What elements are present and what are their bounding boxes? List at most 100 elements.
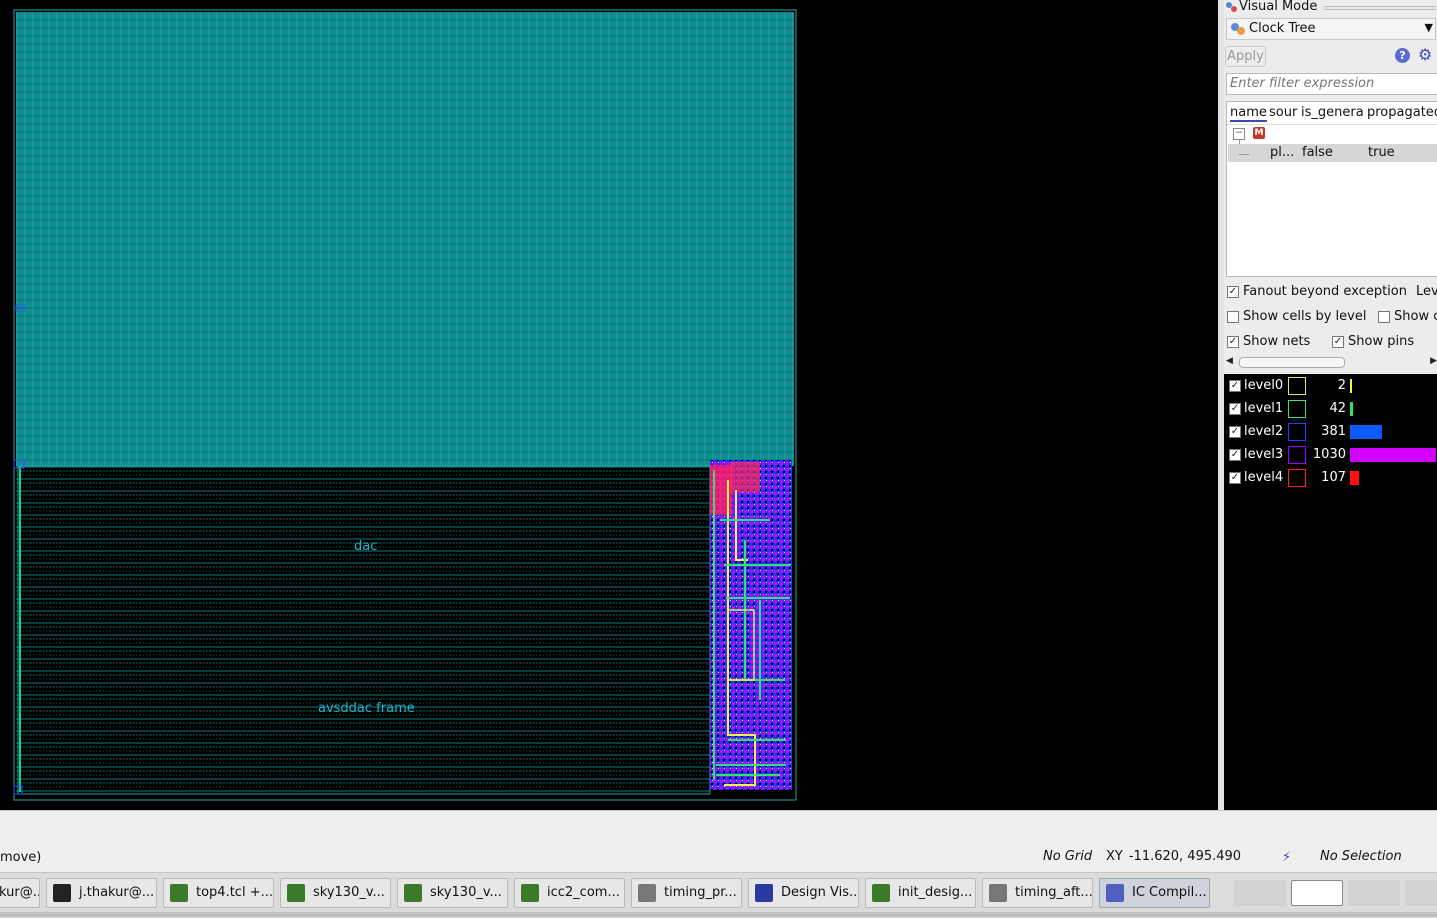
- level-row-2[interactable]: ✓ level2 381: [1224, 421, 1437, 443]
- taskbar-item-0[interactable]: kur@...: [0, 878, 40, 908]
- level-count-bar: [1350, 425, 1382, 439]
- taskbar-item-6[interactable]: timing_pr...: [631, 878, 742, 908]
- magnifier-icon: [638, 884, 656, 902]
- level-row-3[interactable]: ✓ level3 1030: [1224, 444, 1437, 466]
- level-color-swatch[interactable]: [1288, 423, 1306, 441]
- show-clock-label: Show c: [1394, 309, 1437, 324]
- taskbar-bottom-edge: [0, 912, 1437, 917]
- filter-input[interactable]: Enter filter expression: [1226, 73, 1437, 95]
- show-nets-checkbox[interactable]: ✓: [1227, 336, 1239, 348]
- editor-icon: [287, 884, 305, 902]
- tray-slot[interactable]: [1405, 880, 1437, 906]
- std-cell-region: [16, 12, 794, 466]
- selection-tool-icon[interactable]: ⚡: [1282, 850, 1291, 865]
- chevron-down-icon[interactable]: ▼: [1425, 21, 1433, 34]
- level-row-1[interactable]: ✓ level1 42: [1224, 398, 1437, 420]
- show-cells-by-level-checkbox[interactable]: [1227, 311, 1239, 323]
- tray-slot-active[interactable]: [1291, 880, 1343, 906]
- status-bar: move) No Grid XY -11.620, 495.490 ⚡ No Se…: [0, 810, 1437, 873]
- level-name: level1: [1244, 401, 1284, 416]
- visual-mode-icon: [1226, 2, 1237, 12]
- show-cells-by-level-label: Show cells by level: [1243, 309, 1367, 324]
- editor-icon: [170, 884, 188, 902]
- taskbar-item-label: timing_pr...: [664, 885, 737, 900]
- options-horizontal-scrollbar[interactable]: ◀ ▶: [1226, 356, 1437, 368]
- level-color-swatch[interactable]: [1288, 400, 1306, 418]
- show-pins-label: Show pins: [1348, 334, 1415, 349]
- editor-icon: [521, 884, 539, 902]
- editor-icon: [404, 884, 422, 902]
- table-row[interactable]: pl... false true: [1228, 144, 1437, 162]
- fanout-beyond-exception-checkbox[interactable]: ✓: [1227, 286, 1239, 298]
- level-visibility-checkbox[interactable]: ✓: [1229, 472, 1241, 484]
- taskbar-item-7[interactable]: Design Vis...: [748, 878, 859, 908]
- level-count: 1030: [1312, 447, 1346, 462]
- taskbar-item-2[interactable]: top4.tcl +...: [163, 878, 274, 908]
- scrollbar-thumb[interactable]: [1239, 357, 1345, 368]
- taskbar-item-1[interactable]: j.thakur@...: [46, 878, 157, 908]
- taskbar-item-label: sky130_v...: [430, 885, 502, 900]
- level-count: 42: [1329, 401, 1346, 416]
- taskbar-item-5[interactable]: icc2_com...: [514, 878, 625, 908]
- magnifier-icon: [989, 884, 1007, 902]
- taskbar-item-label: init_desig...: [898, 885, 973, 900]
- module-icon: M: [1253, 127, 1265, 139]
- taskbar-item-9[interactable]: timing_aft...: [982, 878, 1093, 908]
- taskbar-item-3[interactable]: sky130_v...: [280, 878, 391, 908]
- layout-canvas[interactable]: dac avsddac frame: [0, 0, 1218, 810]
- help-icon[interactable]: ?: [1395, 48, 1410, 63]
- level-row-4[interactable]: ✓ level4 107: [1224, 467, 1437, 489]
- level-visibility-checkbox[interactable]: ✓: [1229, 426, 1241, 438]
- scroll-right-icon[interactable]: ▶: [1430, 356, 1437, 366]
- column-header-is-generated[interactable]: is_genera: [1301, 105, 1365, 120]
- level-label-truncated: Lev: [1416, 284, 1437, 299]
- level-count: 2: [1337, 378, 1346, 393]
- level-count-bar: [1350, 402, 1353, 416]
- taskbar-item-10[interactable]: IC Compil...: [1099, 878, 1210, 908]
- taskbar-item-label: icc2_com...: [547, 885, 620, 900]
- visual-mode-panel: Visual Mode Clock Tree ▼ Apply ? ⚙ Enter…: [1224, 0, 1437, 810]
- level-count: 381: [1321, 424, 1346, 439]
- level-visibility-checkbox[interactable]: ✓: [1229, 449, 1241, 461]
- level-color-swatch[interactable]: [1288, 446, 1306, 464]
- level-name: level2: [1244, 424, 1284, 439]
- apply-button[interactable]: Apply: [1225, 46, 1266, 67]
- level-visibility-checkbox[interactable]: ✓: [1229, 403, 1241, 415]
- taskbar-item-label: Design Vis...: [781, 885, 859, 900]
- taskbar-item-label: top4.tcl +...: [196, 885, 273, 900]
- icc-icon: [1106, 884, 1124, 902]
- column-header-source[interactable]: sour: [1269, 105, 1298, 120]
- gear-icon[interactable]: ⚙: [1418, 46, 1432, 64]
- editor-icon: [872, 884, 890, 902]
- row-name: pl...: [1270, 145, 1295, 160]
- selection-status: No Selection: [1320, 849, 1402, 864]
- level-visibility-checkbox[interactable]: ✓: [1229, 380, 1241, 392]
- panel-drag-grip[interactable]: [1324, 4, 1436, 10]
- cursor-coordinates: XY -11.620, 495.490: [1106, 849, 1241, 864]
- row-propagated: true: [1368, 145, 1395, 160]
- row-is-generated: false: [1302, 145, 1333, 160]
- taskbar-item-label: IC Compil...: [1132, 885, 1207, 900]
- taskbar-item-4[interactable]: sky130_v...: [397, 878, 508, 908]
- level-count: 107: [1321, 470, 1346, 485]
- level-count-bar: [1350, 448, 1436, 462]
- panel-title-bar[interactable]: Visual Mode: [1224, 0, 1437, 14]
- mode-select[interactable]: Clock Tree ▼: [1226, 18, 1436, 40]
- taskbar-item-label: kur@...: [0, 885, 39, 900]
- column-header-name[interactable]: name: [1230, 105, 1267, 122]
- dac-label: dac: [354, 539, 377, 554]
- tray-slot[interactable]: [1234, 880, 1286, 906]
- level-color-swatch[interactable]: [1288, 377, 1306, 395]
- level-color-swatch[interactable]: [1288, 469, 1306, 487]
- show-clock-checkbox[interactable]: [1378, 311, 1390, 323]
- level-name: level4: [1244, 470, 1284, 485]
- clock-table[interactable]: name sour is_genera propagated − M pl...…: [1226, 101, 1437, 277]
- scroll-left-icon[interactable]: ◀: [1226, 356, 1233, 366]
- layout-view[interactable]: dac avsddac frame: [0, 0, 1218, 810]
- level-row-0[interactable]: ✓ level0 2: [1224, 375, 1437, 397]
- show-pins-checkbox[interactable]: ✓: [1332, 336, 1344, 348]
- taskbar-item-8[interactable]: init_desig...: [865, 878, 976, 908]
- dv-icon: [755, 884, 773, 902]
- column-header-propagated[interactable]: propagated: [1367, 105, 1437, 120]
- tray-slot[interactable]: [1348, 880, 1400, 906]
